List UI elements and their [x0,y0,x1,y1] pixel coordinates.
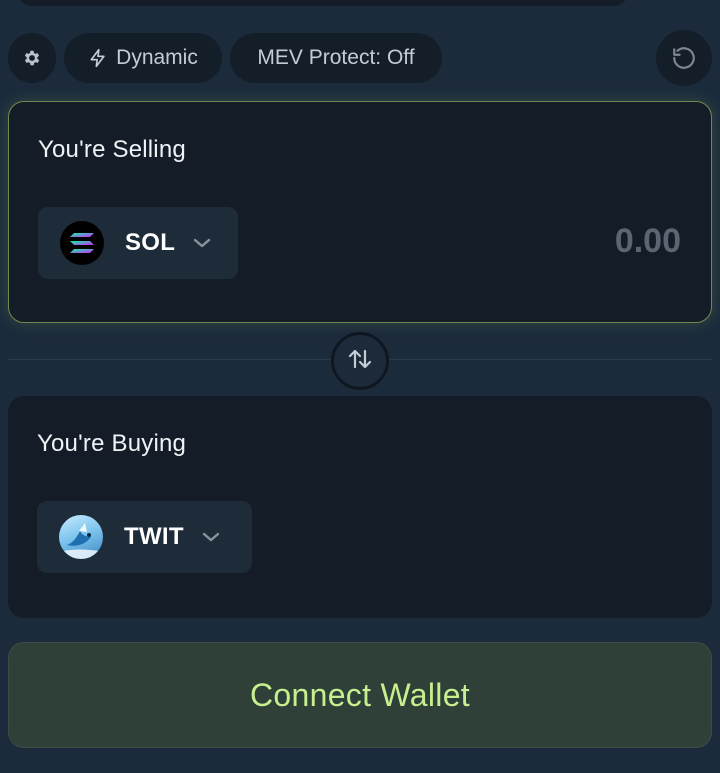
selling-title: You're Selling [38,136,186,163]
refresh-button[interactable] [656,30,712,86]
sol-logo-icon [60,221,104,265]
swap-widget: Dynamic MEV Protect: Off You're Selling [0,0,720,773]
swap-arrows-icon [347,347,373,376]
buying-title: You're Buying [37,430,187,457]
chevron-down-icon [193,237,211,249]
twit-logo-icon [59,515,103,559]
top-panel-edge [18,0,628,6]
mev-protect-label: MEV Protect: Off [257,46,415,69]
gear-icon [22,48,42,68]
chevron-down-icon [202,531,220,543]
selling-panel: You're Selling SOL 0.00 [8,101,712,323]
swap-direction-button[interactable] [331,332,389,390]
sell-token-symbol: SOL [125,229,176,256]
refresh-icon [671,45,697,71]
swap-toolbar: Dynamic MEV Protect: Off [8,30,712,86]
connect-wallet-button[interactable]: Connect Wallet [8,642,712,748]
lightning-icon [88,47,108,69]
sell-token-selector[interactable]: SOL [38,207,238,279]
mev-protect-toggle[interactable]: MEV Protect: Off [230,33,442,83]
buy-token-selector[interactable]: TWIT [37,501,252,573]
buying-panel: You're Buying TWIT [8,396,712,618]
buy-token-symbol: TWIT [124,523,184,550]
dynamic-label: Dynamic [116,46,198,69]
dynamic-fee-button[interactable]: Dynamic [64,33,222,83]
settings-button[interactable] [8,33,56,83]
sell-amount-input[interactable]: 0.00 [615,222,681,261]
